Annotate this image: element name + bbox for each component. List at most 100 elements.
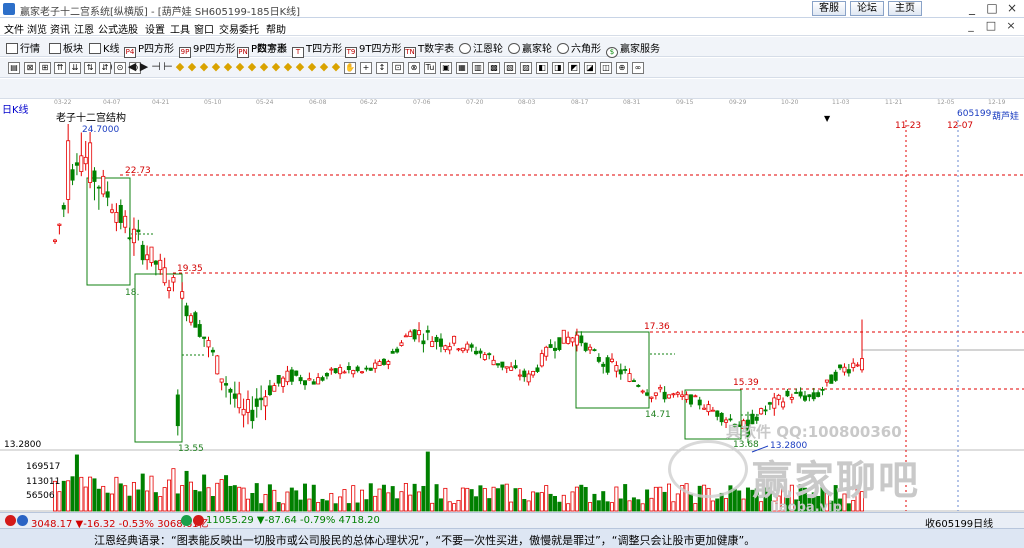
menu-window[interactable]: 窗口 [194,21,214,36]
level-label-2273: 22.73 [125,166,151,176]
draw-tool-7-icon[interactable]: ⊙ [114,62,126,74]
shape-tool-9-icon[interactable]: ◆ [234,61,246,74]
menu-tools[interactable]: 工具 [170,21,190,36]
shape-tool-15-icon[interactable]: ◆ [306,61,318,74]
misc-tool-3-icon[interactable]: ⊡ [392,62,404,74]
menu-file[interactable]: 文件 [4,21,24,36]
misc-tool-15-icon[interactable]: ◪ [584,62,596,74]
candle-body [320,377,325,381]
volume-bar [228,485,233,512]
candle-body [162,267,167,284]
draw-tool-4-icon[interactable]: ⇊ [69,62,81,74]
candle-body [846,369,851,374]
menu-bar: 文件 浏览 资讯 江恩 公式选股 设置 工具 窗口 交易委托 帮助 _ □ × [0,18,1024,36]
misc-tool-1-icon[interactable]: + [360,62,372,74]
volume-bar [188,481,193,512]
hexagon-button[interactable]: 六角形 [557,40,601,55]
child-restore-icon[interactable]: □ [982,19,1000,35]
draw-tool-3-icon[interactable]: ⇈ [54,62,66,74]
9p-square-button[interactable]: 9P 9P四方形 [179,40,235,58]
draw-tool-2-icon[interactable]: ⊞ [39,62,51,74]
close-icon[interactable]: × [1002,0,1022,16]
misc-tool-13-icon[interactable]: ◨ [552,62,564,74]
shape-tool-13-icon[interactable]: ◆ [282,61,294,74]
kline-button[interactable]: K线 [89,40,120,55]
volume-bar [710,500,715,512]
candle-body [342,371,347,374]
sector-button[interactable]: 板块 [49,40,83,55]
misc-tool-0-icon[interactable]: ✋ [344,62,356,74]
candle-body [206,340,211,348]
menu-browse[interactable]: 浏览 [27,21,47,36]
candle-body [785,390,790,397]
misc-tool-17-icon[interactable]: ⊕ [616,62,628,74]
misc-tool-12-icon[interactable]: ◧ [536,62,548,74]
level-label-18: 18. [125,288,140,298]
menu-settings[interactable]: 设置 [145,21,165,36]
shape-tool-14-icon[interactable]: ◆ [294,61,306,74]
misc-tool-16-icon[interactable]: ◫ [600,62,612,74]
menu-news[interactable]: 资讯 [50,21,70,36]
misc-tool-18-icon[interactable]: ∞ [632,62,644,74]
minimize-icon[interactable]: _ [962,0,982,16]
shape-tool-6-icon[interactable]: ◆ [198,61,210,74]
menu-gann[interactable]: 江恩 [74,21,94,36]
candle-body [202,336,207,339]
menu-help[interactable]: 帮助 [266,21,286,36]
misc-tool-7-icon[interactable]: ▦ [456,62,468,74]
draw-tool-6-icon[interactable]: ⇵ [99,62,111,74]
9t-square-button[interactable]: T9 9T四方形 [345,40,401,58]
watermark-qq: 具软件 QQ:100800360 [726,423,902,441]
t-number-table-button[interactable]: TN T数字表 [404,40,454,58]
misc-tool-14-icon[interactable]: ◩ [568,62,580,74]
winner-wheel-button[interactable]: 赢家轮 [508,40,552,55]
volume-bar [110,493,115,512]
draw-tool-0-icon[interactable]: ▤ [8,62,20,74]
shape-tool-5-icon[interactable]: ◆ [186,61,198,74]
shape-tool-8-icon[interactable]: ◆ [222,61,234,74]
shape-tool-3-icon[interactable]: ⊢ [162,61,174,74]
draw-tool-5-icon[interactable]: ⇅ [84,62,96,74]
misc-tool-2-icon[interactable]: ↕ [376,62,388,74]
dropdown-arrow-icon[interactable]: ▼ [824,114,830,123]
t-square-button[interactable]: T T四方形 [292,40,342,58]
maximize-icon[interactable]: □ [982,0,1002,16]
volume-bar [368,483,373,512]
shape-tool-16-icon[interactable]: ◆ [318,61,330,74]
quotes-button[interactable]: 行情 [6,40,40,55]
p-square-button[interactable]: P4 P四方形 [124,40,174,58]
misc-tool-5-icon[interactable]: Tu [424,62,436,74]
misc-tool-11-icon[interactable]: ▨ [520,62,532,74]
shape-tool-2-icon[interactable]: ⊣ [150,61,162,74]
child-minimize-icon[interactable]: _ [962,19,980,35]
shape-tool-0-icon[interactable]: ◀ [126,61,138,74]
shape-tool-4-icon[interactable]: ◆ [174,61,186,74]
misc-tool-6-icon[interactable]: ▣ [440,62,452,74]
shape-tool-7-icon[interactable]: ◆ [210,61,222,74]
homepage-button[interactable]: 主页 [888,1,922,16]
candle-body [355,366,360,372]
shape-tool-10-icon[interactable]: ◆ [246,61,258,74]
shape-tool-17-icon[interactable]: ◆ [330,61,342,74]
child-close-icon[interactable]: × [1002,19,1020,35]
sz-index-quote[interactable]: 11055.29 ▼-87.64 -0.79% 4718.20 [206,515,380,526]
menu-trade[interactable]: 交易委托 [219,21,259,36]
misc-tool-10-icon[interactable]: ▧ [504,62,516,74]
p-number-table-button[interactable]: PN P数字表 [237,40,287,58]
winner-service-button[interactable]: $ 赢家服务 [606,40,660,58]
shape-tool-12-icon[interactable]: ◆ [270,61,282,74]
misc-tool-8-icon[interactable]: ▥ [472,62,484,74]
forum-button[interactable]: 论坛 [850,1,884,16]
misc-tool-9-icon[interactable]: ▩ [488,62,500,74]
misc-tool-4-icon[interactable]: ⊗ [408,62,420,74]
candle-body [680,394,685,398]
shape-tool-1-icon[interactable]: ▶ [138,61,150,74]
gann-wheel-button[interactable]: 江恩轮 [459,40,503,55]
candle-body [417,330,422,336]
candle-body [469,344,474,348]
customer-service-button[interactable]: 客服 [812,1,846,16]
candle-body [566,336,571,344]
shape-tool-11-icon[interactable]: ◆ [258,61,270,74]
menu-formula-screen[interactable]: 公式选股 [98,21,138,36]
draw-tool-1-icon[interactable]: ⊠ [24,62,36,74]
